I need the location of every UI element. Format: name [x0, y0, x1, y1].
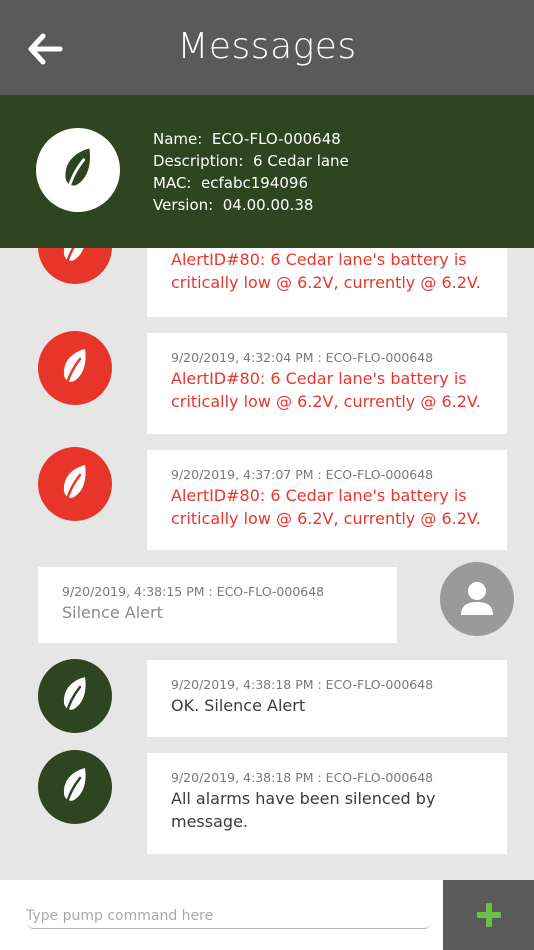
message-text: Silence Alert: [62, 601, 373, 624]
device-description-value: 6 Cedar lane: [253, 152, 349, 170]
alert-avatar: [38, 331, 112, 405]
page-title: Messages: [177, 26, 357, 67]
message-meta: 9/20/2019, 4:38:15 PM : ECO-FLO-000648: [62, 584, 325, 599]
message-text-line: OK. Silence Alert: [171, 696, 306, 715]
message-text-line: AlertID#80: 6 Cedar lane's battery is: [171, 369, 467, 388]
message-text-line: critically low @ 6.2V, currently @ 6.2V.: [171, 509, 481, 528]
message-bubble: 9/20/2019, 4:38:15 PM : ECO-FLO-000648 S…: [38, 567, 397, 643]
device-version-row: Version: 04.00.00.38: [153, 194, 349, 216]
message-bubble: 9/20/2019, 4:32:04 PM : ECO-FLO-000648 A…: [147, 333, 507, 434]
leaf-icon: [63, 465, 86, 505]
alert-avatar: [38, 447, 112, 521]
device-description-row: Description: 6 Cedar lane: [153, 150, 349, 172]
message-text: All alarms have been silenced by message…: [171, 787, 483, 833]
plus-icon: [476, 903, 501, 927]
device-version-value: 04.00.00.38: [222, 196, 314, 214]
person-icon: [461, 582, 493, 615]
device-info-panel: Name: ECO-FLO-000648 Description: 6 Ceda…: [0, 95, 534, 248]
leaf-icon: [63, 349, 86, 389]
device-logo: [36, 128, 120, 212]
message-meta: 9/20/2019, 4:32:04 PM : ECO-FLO-000648: [171, 350, 434, 365]
command-input[interactable]: [26, 904, 432, 929]
message-bubble: 9/20/2019, 4:38:18 PM : ECO-FLO-000648 O…: [147, 660, 507, 737]
message-text-line: AlertID#80: 6 Cedar lane's battery is: [171, 250, 467, 269]
user-avatar: [440, 562, 514, 636]
device-avatar: [38, 659, 112, 733]
message-text: AlertID#80: 6 Cedar lane's battery is cr…: [171, 484, 483, 530]
device-mac-value: ecfabc194096: [201, 174, 308, 192]
message-text-line: critically low @ 6.2V, currently @ 6.2V.: [171, 273, 481, 292]
device-name-label: Name:: [153, 130, 203, 148]
header-bar: Messages: [0, 0, 534, 95]
message-meta: 9/20/2019, 4:38:18 PM : ECO-FLO-000648: [171, 677, 434, 692]
message-meta: 9/20/2019, 4:37:07 PM : ECO-FLO-000648: [171, 467, 434, 482]
message-text-line: All alarms have been silenced by: [171, 789, 436, 808]
message-bubble: 9/20/2019, 4:38:18 PM : ECO-FLO-000648 A…: [147, 753, 507, 854]
device-version-label: Version:: [153, 196, 214, 214]
device-avatar: [38, 750, 112, 824]
message-text-line: Silence Alert: [62, 603, 163, 622]
message-meta: 9/20/2019, 4:38:18 PM : ECO-FLO-000648: [171, 770, 434, 785]
message-text-line: AlertID#80: 6 Cedar lane's battery is: [171, 486, 467, 505]
leaf-icon: [63, 768, 86, 808]
add-command-button[interactable]: [443, 880, 534, 950]
device-details: Name: ECO-FLO-000648 Description: 6 Ceda…: [153, 128, 349, 216]
message-text-line: message.: [171, 812, 248, 831]
device-mac-label: MAC:: [153, 174, 192, 192]
leaf-icon: [63, 677, 86, 717]
device-description-label: Description:: [153, 152, 244, 170]
message-text: OK. Silence Alert: [171, 694, 483, 717]
message-text: AlertID#80: 6 Cedar lane's battery is cr…: [171, 367, 483, 413]
device-mac-row: MAC: ecfabc194096: [153, 172, 349, 194]
message-bubble: 9/20/2019, 4:37:07 PM : ECO-FLO-000648 A…: [147, 450, 507, 550]
device-name-value: ECO-FLO-000648: [211, 130, 341, 148]
message-text-line: critically low @ 6.2V, currently @ 6.2V.: [171, 392, 481, 411]
message-text: AlertID#80: 6 Cedar lane's battery is cr…: [171, 248, 483, 294]
device-name-row: Name: ECO-FLO-000648: [153, 128, 349, 150]
leaf-icon: [65, 148, 90, 193]
